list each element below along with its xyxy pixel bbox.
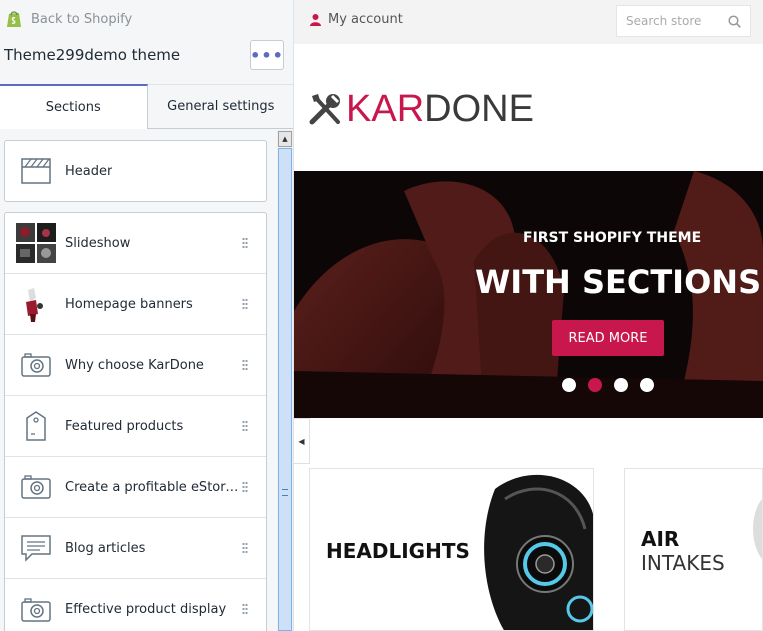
drag-handle-icon[interactable] bbox=[242, 603, 248, 615]
slide-dot[interactable] bbox=[640, 378, 654, 392]
section-label: Blog articles bbox=[65, 540, 146, 556]
editor-tabs: Sections General settings bbox=[0, 84, 293, 129]
logo-text-done: DONE bbox=[424, 88, 534, 130]
store-search-input[interactable]: Search store bbox=[616, 5, 751, 37]
section-row-blog-articles[interactable]: Blog articles bbox=[5, 518, 266, 579]
section-list-scrollbar[interactable]: ▲ bbox=[277, 130, 293, 631]
more-actions-button[interactable]: ••• bbox=[250, 40, 284, 70]
banner-headlights[interactable]: HEADLIGHTS bbox=[309, 468, 594, 631]
storefront-preview: My account Search store KAR DONE FIRST S… bbox=[294, 0, 763, 631]
section-label: Slideshow bbox=[65, 235, 131, 251]
section-row-featured-products[interactable]: Featured products bbox=[5, 396, 266, 457]
scrollbar-thumb[interactable] bbox=[278, 148, 292, 631]
section-label: Create a profitable eStore ... bbox=[65, 479, 239, 495]
banner-title-light: INTAKES bbox=[641, 551, 725, 575]
hero-slideshow: FIRST SHOPIFY THEME WITH SECTIONS READ M… bbox=[294, 171, 763, 418]
store-logo[interactable]: KAR DONE bbox=[308, 88, 534, 131]
section-row-create-profitable-estore[interactable]: Create a profitable eStore ... bbox=[5, 457, 266, 518]
camera-icon bbox=[15, 589, 57, 631]
section-list: Header Slideshow Homepage banners Why ch… bbox=[4, 140, 267, 631]
drag-handle-icon[interactable] bbox=[242, 481, 248, 493]
slide-indicators bbox=[562, 378, 654, 392]
back-to-shopify-link[interactable]: Back to Shopify bbox=[0, 0, 293, 38]
header-section-label: Header bbox=[65, 163, 113, 179]
theme-editor-sidebar: Back to Shopify Theme299demo theme ••• S… bbox=[0, 0, 294, 631]
section-label: Why choose KarDone bbox=[65, 357, 204, 373]
headlight-image bbox=[484, 474, 593, 630]
section-label: Featured products bbox=[65, 418, 184, 434]
camera-icon bbox=[15, 466, 57, 508]
banner-air-intakes[interactable]: AIR INTAKES bbox=[624, 468, 763, 631]
my-account-label: My account bbox=[328, 12, 403, 27]
drag-handle-icon[interactable] bbox=[242, 298, 248, 310]
tab-sections[interactable]: Sections bbox=[0, 84, 148, 129]
slideshow-thumbnail bbox=[15, 222, 57, 264]
air-intake-image bbox=[753, 499, 762, 559]
section-label: Effective product display bbox=[65, 602, 227, 617]
slide-dot-active[interactable] bbox=[588, 378, 602, 392]
slide-dot[interactable] bbox=[614, 378, 628, 392]
drag-handle-icon[interactable] bbox=[242, 420, 248, 432]
hero-subtitle: FIRST SHOPIFY THEME bbox=[523, 230, 702, 246]
chevron-left-icon: ◀ bbox=[298, 436, 305, 446]
header-section-card[interactable]: Header bbox=[4, 140, 267, 202]
section-row-slideshow[interactable]: Slideshow bbox=[5, 213, 266, 274]
banner-title: HEADLIGHTS bbox=[326, 539, 470, 563]
scroll-up-arrow-icon[interactable]: ▲ bbox=[278, 131, 292, 147]
hero-title: WITH SECTIONS bbox=[475, 263, 762, 301]
section-row-why-choose-kardone[interactable]: Why choose KarDone bbox=[5, 335, 266, 396]
tools-icon bbox=[309, 93, 340, 124]
camera-icon bbox=[15, 344, 57, 386]
section-label: Homepage banners bbox=[65, 296, 193, 312]
collapse-sidebar-button[interactable]: ◀ bbox=[294, 418, 310, 464]
user-icon bbox=[310, 13, 321, 26]
header-icon bbox=[15, 150, 57, 192]
back-to-shopify-label: Back to Shopify bbox=[31, 11, 133, 27]
comment-icon bbox=[15, 527, 57, 569]
slide-dot[interactable] bbox=[562, 378, 576, 392]
banner-title-bold: AIR bbox=[641, 527, 680, 551]
search-icon[interactable] bbox=[728, 15, 741, 28]
section-row-homepage-banners[interactable]: Homepage banners bbox=[5, 274, 266, 335]
tab-general-settings[interactable]: General settings bbox=[147, 84, 293, 129]
search-placeholder: Search store bbox=[626, 14, 702, 28]
drag-handle-icon[interactable] bbox=[242, 359, 248, 371]
theme-title: Theme299demo theme bbox=[4, 46, 181, 64]
my-account-link[interactable]: My account bbox=[310, 12, 403, 27]
tag-icon bbox=[15, 405, 57, 447]
drag-handle-icon[interactable] bbox=[242, 542, 248, 554]
logo-text-kar: KAR bbox=[346, 88, 425, 130]
sections-card: Slideshow Homepage banners Why choose Ka… bbox=[4, 212, 267, 631]
drag-handle-icon[interactable] bbox=[242, 237, 248, 249]
read-more-button[interactable]: READ MORE bbox=[552, 320, 664, 356]
banners-thumbnail bbox=[15, 283, 57, 325]
section-row-effective-product-display[interactable]: Effective product display bbox=[5, 579, 266, 631]
shopify-bag-icon bbox=[7, 11, 21, 27]
store-topbar: My account Search store bbox=[294, 0, 763, 44]
